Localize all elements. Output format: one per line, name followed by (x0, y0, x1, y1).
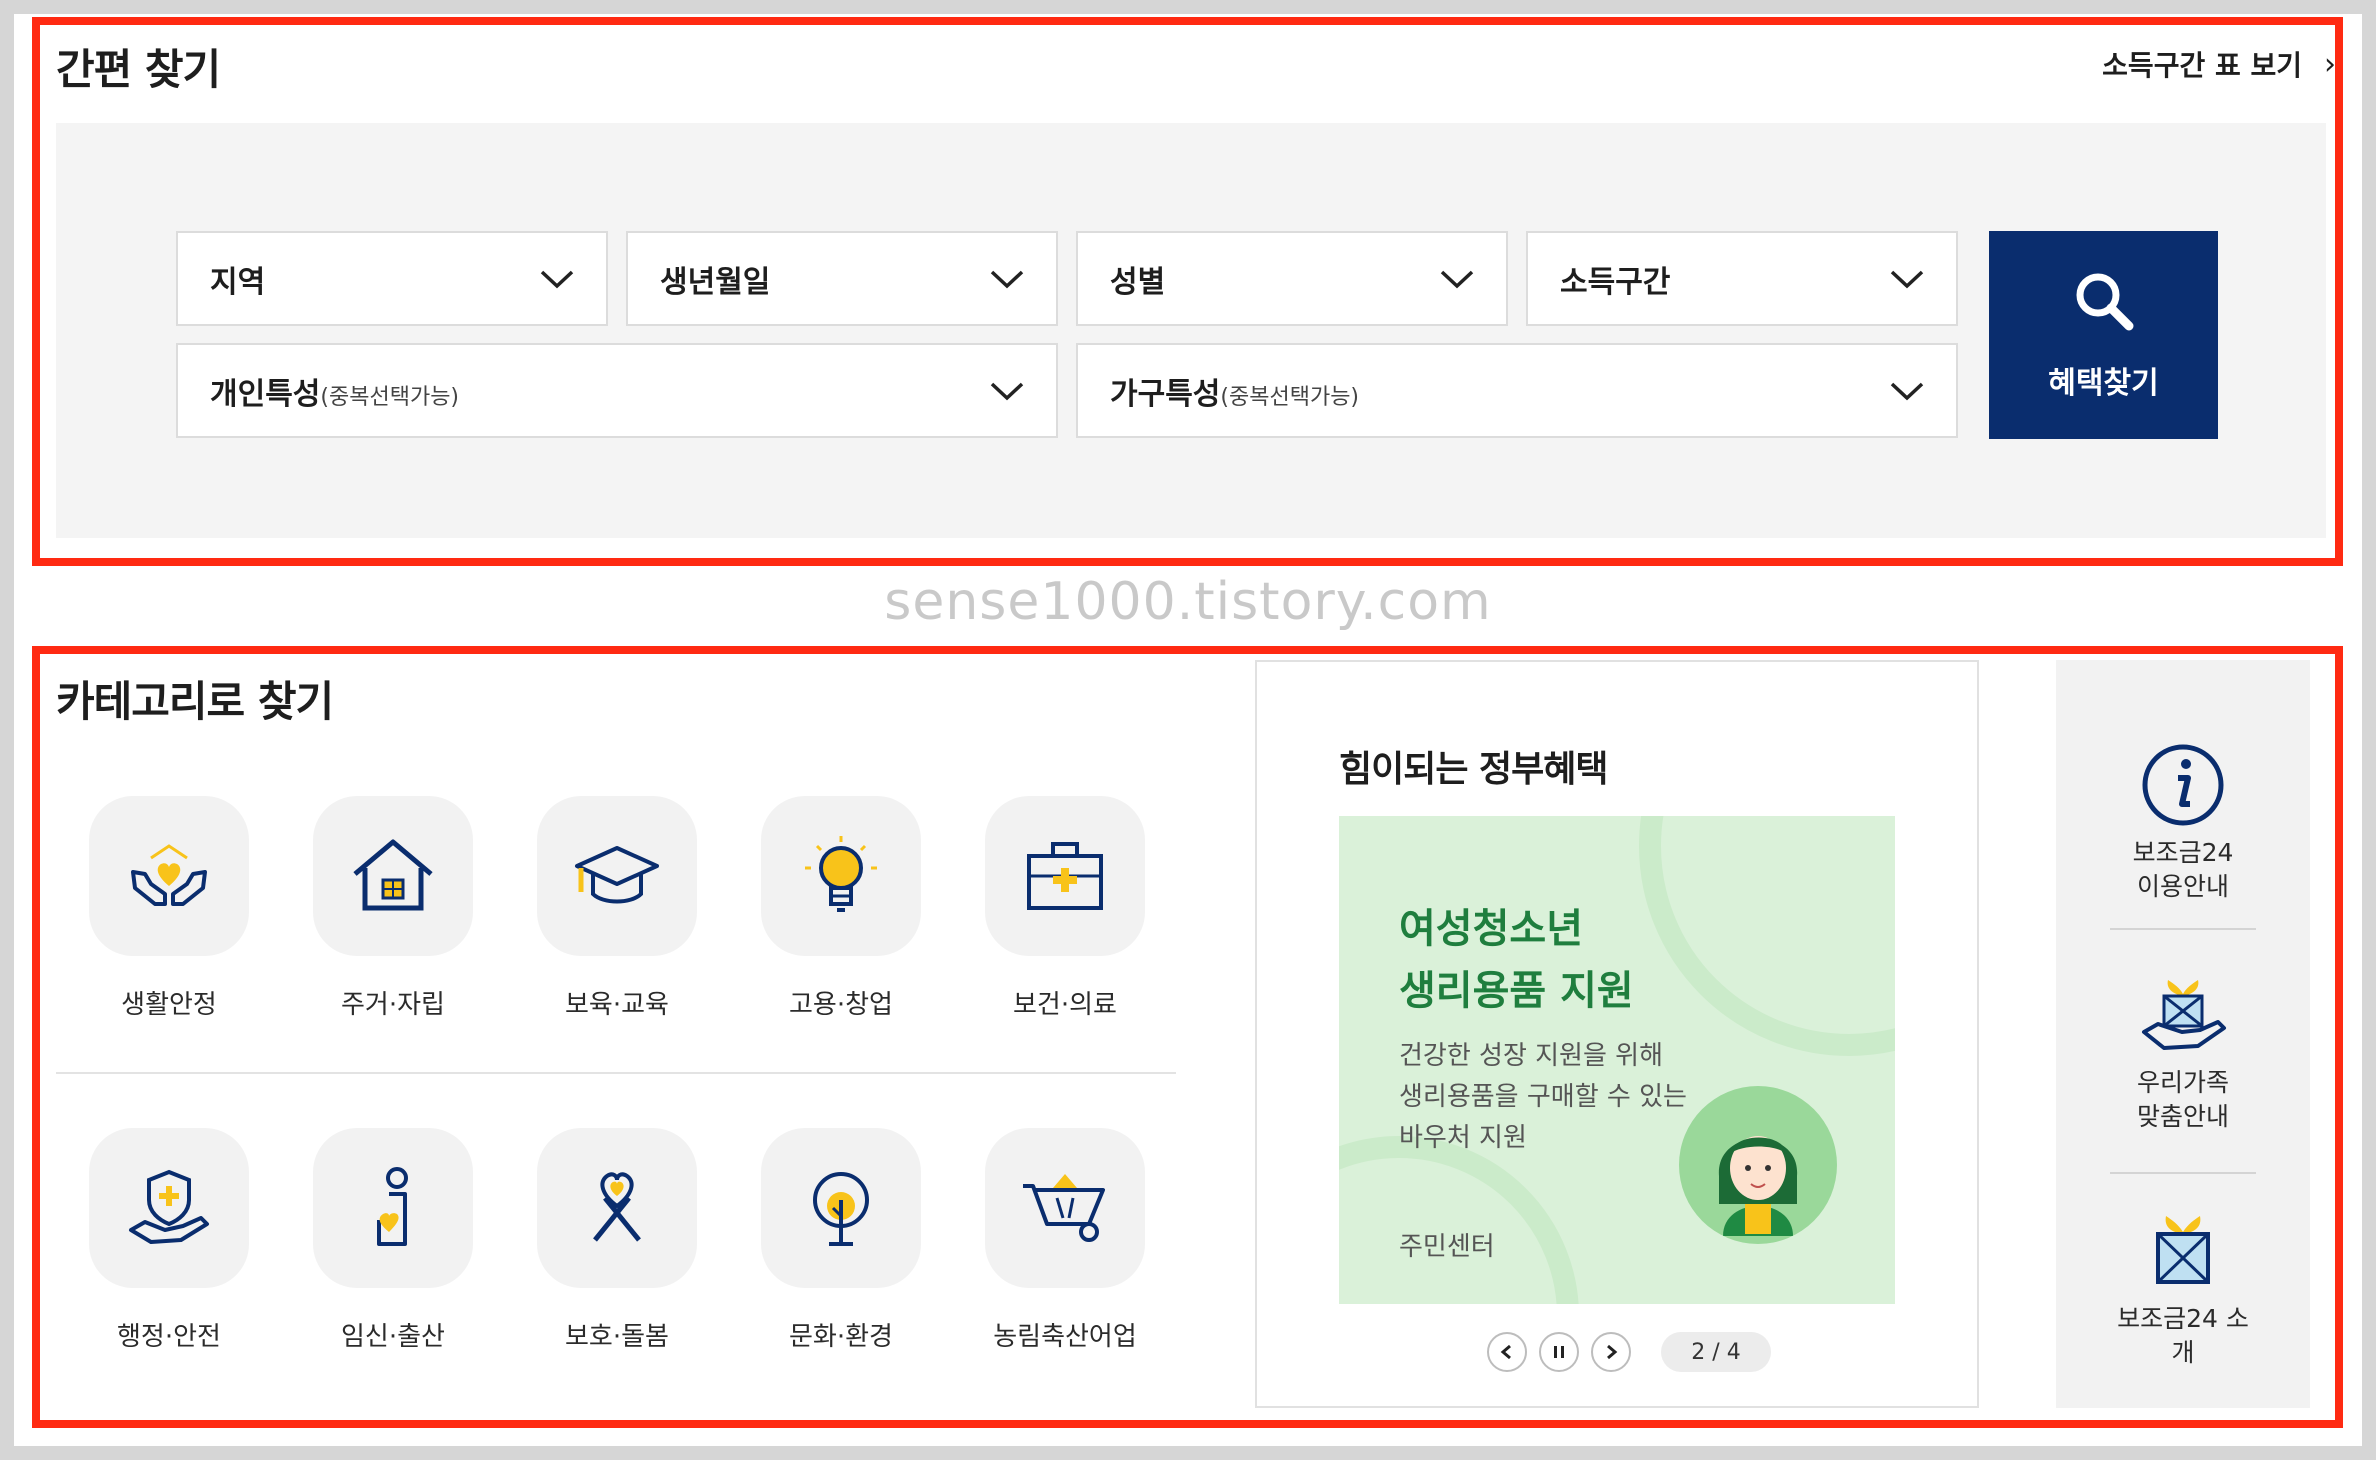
carousel-prev-button[interactable] (1487, 1332, 1527, 1372)
income-table-link-label: 소득구간 표 보기 (2102, 49, 2302, 82)
category-life-stability[interactable]: 생활안정 (69, 796, 269, 1021)
side-divider (2110, 928, 2256, 930)
chevron-down-icon (1440, 270, 1474, 288)
tree-icon (813, 1172, 869, 1246)
hands-heart-icon (131, 844, 207, 906)
gender-select[interactable]: 성별 (1076, 231, 1508, 326)
category-housing[interactable]: 주거·자립 (293, 796, 493, 1021)
category-pregnancy[interactable]: 임신·출산 (293, 1128, 493, 1353)
carousel-page-indicator: 2 / 4 (1661, 1332, 1771, 1372)
income-table-link[interactable]: 소득구간 표 보기 › (2102, 44, 2336, 84)
gift-hand-icon (2142, 980, 2226, 1050)
pregnancy-icon (377, 1167, 408, 1246)
chevron-right-icon: › (2324, 46, 2336, 82)
gift-box-icon (2156, 1216, 2210, 1284)
shield-hand-icon (129, 1169, 209, 1244)
side-item-label: 우리가족 맞춤안내 (2136, 1068, 2229, 1131)
category-label: 행정·안전 (117, 1322, 221, 1352)
banner-decoration (1639, 816, 1895, 1056)
household-traits-select-label: 가구특성(중복선택가능) (1110, 376, 1360, 412)
benefit-banner[interactable]: 여성청소년 생리용품 지원 건강한 성장 지원을 위해 생리용품을 구매할 수 … (1339, 816, 1895, 1304)
personal-traits-select[interactable]: 개인특성(중복선택가능) (176, 343, 1058, 438)
birth-date-select[interactable]: 생년월일 (626, 231, 1058, 326)
subsidy24-intro-link[interactable]: 보조금24 소개 (2110, 1206, 2256, 1370)
chevron-down-icon (990, 382, 1024, 400)
region-select-label: 지역 (210, 264, 266, 300)
chevron-down-icon (1890, 382, 1924, 400)
category-label: 임신·출산 (341, 1322, 445, 1352)
carousel-next-button[interactable] (1591, 1332, 1631, 1372)
banner-decoration (1339, 1136, 1579, 1304)
chevron-down-icon (540, 270, 574, 288)
category-label: 문화·환경 (789, 1322, 893, 1352)
search-icon (2076, 273, 2133, 331)
ribbon-icon (593, 1172, 641, 1242)
income-select-label: 소득구간 (1560, 264, 1671, 300)
family-custom-guide-link[interactable]: 우리가족 맞춤안내 (2110, 970, 2256, 1134)
category-employment[interactable]: 고용·창업 (741, 796, 941, 1021)
chevron-down-icon (990, 270, 1024, 288)
category-label: 보육·교육 (565, 990, 669, 1020)
category-label: 보호·돌봄 (565, 1322, 669, 1352)
side-menu: 보조금24 이용안내 우리가족 맞춤안내 보조금24 소개 (2056, 660, 2310, 1408)
category-agriculture-fishery[interactable]: 농림축산어업 (965, 1128, 1165, 1353)
carousel-pause-button[interactable] (1539, 1332, 1579, 1372)
region-select[interactable]: 지역 (176, 231, 608, 326)
subsidy24-guide-link[interactable]: 보조금24 이용안내 (2110, 740, 2256, 904)
side-divider (2110, 1172, 2256, 1174)
find-benefits-button[interactable]: 혜택찾기 (1989, 231, 2218, 439)
birth-date-select-label: 생년월일 (660, 264, 771, 300)
chevron-down-icon (1890, 270, 1924, 288)
girl-avatar (1679, 1086, 1837, 1244)
category-divider (56, 1072, 1176, 1074)
carousel-controls: 2 / 4 (1487, 1330, 1771, 1374)
graduation-cap-icon (575, 846, 659, 904)
category-label: 보건·의료 (1013, 990, 1117, 1020)
income-select[interactable]: 소득구간 (1526, 231, 1958, 326)
category-title: 카테고리로 찾기 (56, 677, 334, 726)
category-culture-environment[interactable]: 문화·환경 (741, 1128, 941, 1353)
chevron-left-icon (1500, 1344, 1511, 1360)
category-label: 생활안정 (121, 990, 217, 1020)
banner-card-title: 힘이되는 정부혜택 (1339, 749, 1608, 790)
category-protection-care[interactable]: 보호·돌봄 (517, 1128, 717, 1353)
side-item-label: 보조금24 소개 (2117, 1304, 2249, 1367)
house-icon (353, 839, 433, 911)
chevron-right-icon (1607, 1344, 1618, 1360)
watermark: sense1000.tistory.com (884, 572, 1492, 632)
banner-headline: 여성청소년 생리용품 지원 (1399, 906, 1634, 1014)
quick-search-title: 간편 찾기 (56, 45, 221, 94)
banner-place: 주민센터 (1399, 1232, 1495, 1262)
category-label: 고용·창업 (789, 990, 893, 1020)
category-childcare-education[interactable]: 보육·교육 (517, 796, 717, 1021)
medical-kit-icon (1027, 842, 1103, 910)
lightbulb-icon (805, 836, 877, 912)
banner-description: 건강한 성장 지원을 위해 생리용품을 구매할 수 있는 바우처 지원 (1399, 1041, 1687, 1153)
benefit-banner-card: 힘이되는 정부혜택 여성청소년 생리용품 지원 건강한 성장 지원을 위해 생리… (1255, 660, 1979, 1408)
side-item-label: 보조금24 이용안내 (2132, 838, 2234, 901)
category-health-medical[interactable]: 보건·의료 (965, 796, 1165, 1021)
find-benefits-button-label: 혜택찾기 (2048, 366, 2159, 401)
category-admin-safety[interactable]: 행정·안전 (69, 1128, 269, 1353)
search-panel: 지역 생년월일 성별 소득구간 개인특성(중복선택가능) 가구특성(중복선택가능… (56, 123, 2326, 538)
category-label: 농림축산어업 (993, 1322, 1137, 1352)
wheelbarrow-icon (1023, 1174, 1105, 1242)
pause-icon (1554, 1346, 1564, 1358)
category-label: 주거·자립 (341, 990, 445, 1020)
household-traits-select[interactable]: 가구특성(중복선택가능) (1076, 343, 1958, 438)
info-icon (2142, 744, 2224, 826)
gender-select-label: 성별 (1110, 264, 1166, 300)
personal-traits-select-label: 개인특성(중복선택가능) (210, 376, 460, 412)
